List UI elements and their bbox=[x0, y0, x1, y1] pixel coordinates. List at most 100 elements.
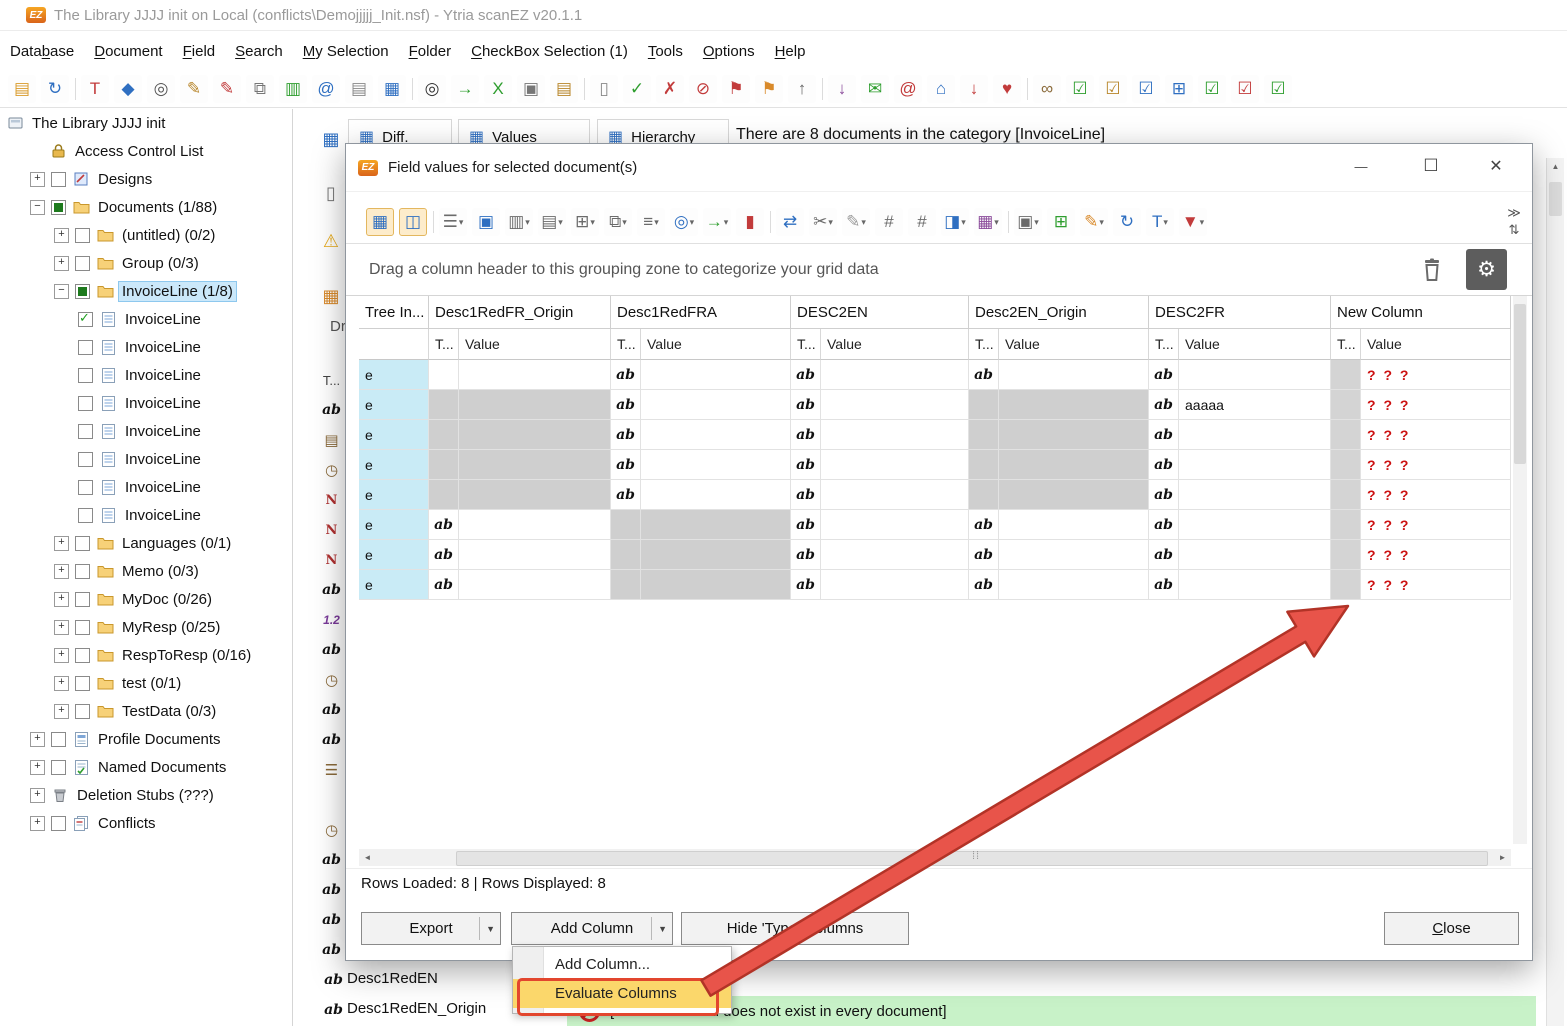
value-cell[interactable] bbox=[459, 570, 611, 600]
tree-item-conflicts[interactable]: +Conflicts bbox=[0, 809, 292, 837]
expand-icon[interactable]: + bbox=[30, 172, 45, 187]
scroll-left-icon[interactable] bbox=[359, 849, 376, 866]
tree-checkbox[interactable] bbox=[51, 172, 66, 187]
doc-mail-icon[interactable]: ✉ bbox=[861, 75, 889, 103]
tree-item-invoiceline[interactable]: InvoiceLine bbox=[0, 473, 292, 501]
checkbox-add-icon[interactable]: ⊞ bbox=[1165, 75, 1193, 103]
new-column-value-cell[interactable]: ? ? ? bbox=[1361, 510, 1511, 540]
value-cell[interactable] bbox=[999, 390, 1149, 420]
column-chooser-icon[interactable]: ▤▾ bbox=[538, 208, 566, 236]
expand-icon[interactable]: + bbox=[30, 732, 45, 747]
group-grid-icon[interactable]: ◨▾ bbox=[941, 208, 969, 236]
value-cell[interactable] bbox=[641, 540, 791, 570]
value-cell[interactable] bbox=[821, 450, 969, 480]
expand-icon[interactable]: + bbox=[54, 564, 69, 579]
document-icon[interactable]: ▯ bbox=[318, 180, 344, 206]
split-cells-icon[interactable]: ✂▾ bbox=[809, 208, 837, 236]
tree-checkbox[interactable] bbox=[75, 536, 90, 551]
type-cell[interactable]: ab bbox=[791, 570, 821, 600]
value-cell[interactable] bbox=[1179, 510, 1331, 540]
checkbox-settings-icon[interactable]: ☑ bbox=[1099, 75, 1127, 103]
type-cell[interactable] bbox=[611, 510, 641, 540]
new-column-value-cell[interactable]: ? ? ? bbox=[1361, 450, 1511, 480]
hide-selected-rows-icon[interactable]: ▣ bbox=[472, 208, 500, 236]
type-cell[interactable]: ab bbox=[1149, 540, 1179, 570]
sort-rows-icon[interactable]: ≡▾ bbox=[637, 208, 665, 236]
value-cell[interactable] bbox=[641, 480, 791, 510]
value-cell[interactable] bbox=[999, 450, 1149, 480]
value-subheader[interactable]: Value bbox=[1361, 329, 1511, 360]
collapse-icon[interactable]: − bbox=[30, 200, 45, 215]
type-cell[interactable] bbox=[969, 450, 999, 480]
menu-item-evaluate-columns[interactable]: Evaluate Columns bbox=[513, 979, 731, 1008]
edit-note-icon[interactable]: ✎ bbox=[180, 75, 208, 103]
tree-item-invoiceline[interactable]: InvoiceLine bbox=[0, 389, 292, 417]
type-cell[interactable]: ab bbox=[429, 540, 459, 570]
type-cell[interactable]: ab bbox=[1149, 570, 1179, 600]
tree-item-named-documents[interactable]: +Named Documents bbox=[0, 753, 292, 781]
menu-checkbox-selection-1[interactable]: CheckBox Selection (1) bbox=[461, 37, 638, 66]
type-cell[interactable] bbox=[969, 480, 999, 510]
value-cell[interactable] bbox=[641, 360, 791, 390]
type-cell[interactable]: ab bbox=[791, 360, 821, 390]
expand-icon[interactable]: + bbox=[54, 536, 69, 551]
tree-checkbox[interactable] bbox=[75, 228, 90, 243]
invert-selection-icon[interactable]: ⊘ bbox=[689, 75, 717, 103]
value-cell[interactable] bbox=[1179, 420, 1331, 450]
value-cell[interactable] bbox=[459, 360, 611, 390]
tree-checkbox[interactable] bbox=[75, 564, 90, 579]
tree-item-group-0-3[interactable]: +Group (0/3) bbox=[0, 249, 292, 277]
loupe-icon[interactable]: ◎ bbox=[418, 75, 446, 103]
value-subheader[interactable]: Value bbox=[999, 329, 1149, 360]
value-cell[interactable] bbox=[1179, 540, 1331, 570]
form-check-icon[interactable]: ▣ bbox=[517, 75, 545, 103]
search-grid-icon[interactable]: ◎▾ bbox=[670, 208, 698, 236]
value-cell[interactable] bbox=[1179, 360, 1331, 390]
type-cell[interactable]: ab bbox=[611, 390, 641, 420]
type-cell[interactable]: ab bbox=[611, 360, 641, 390]
type-cell[interactable] bbox=[429, 360, 459, 390]
agent-icon[interactable]: ♥ bbox=[993, 75, 1021, 103]
type-cell[interactable]: ab bbox=[1149, 480, 1179, 510]
style-wand-icon[interactable]: ✎▾ bbox=[1080, 208, 1108, 236]
tree-item-testdata-0-3[interactable]: +TestData (0/3) bbox=[0, 697, 292, 725]
expand-icon[interactable]: + bbox=[30, 788, 45, 803]
tree-item-myresp-0-25[interactable]: +MyResp (0/25) bbox=[0, 613, 292, 641]
tree-item-invoiceline[interactable]: InvoiceLine bbox=[0, 501, 292, 529]
type-cell[interactable]: ab bbox=[791, 480, 821, 510]
tree-item-languages-0-1[interactable]: +Languages (0/1) bbox=[0, 529, 292, 557]
tree-checkbox[interactable] bbox=[75, 256, 90, 271]
tree-root-item[interactable]: The Library JJJJ init bbox=[0, 109, 292, 137]
grid-view-icon[interactable]: ▦ bbox=[366, 208, 394, 236]
new-column-value-cell[interactable]: ? ? ? bbox=[1361, 390, 1511, 420]
type-cell[interactable]: ab bbox=[791, 540, 821, 570]
type-cell[interactable] bbox=[429, 420, 459, 450]
row-display-icon[interactable]: ☰▾ bbox=[439, 208, 467, 236]
expand-icon[interactable]: + bbox=[30, 816, 45, 831]
tree-item-test-0-1[interactable]: +test (0/1) bbox=[0, 669, 292, 697]
binoculars-icon[interactable]: ∞ bbox=[1033, 75, 1061, 103]
grid-settings-button[interactable] bbox=[1466, 249, 1507, 290]
grouping-zone[interactable]: Drag a column header to this grouping zo… bbox=[346, 243, 1532, 296]
value-cell[interactable] bbox=[999, 570, 1149, 600]
type-cell[interactable] bbox=[429, 390, 459, 420]
type-subheader[interactable]: T... bbox=[429, 329, 459, 360]
search-documents-icon[interactable]: ◎ bbox=[147, 75, 175, 103]
tree-checkbox[interactable] bbox=[75, 676, 90, 691]
maximize-icon[interactable] bbox=[1406, 150, 1456, 182]
tree-cell[interactable]: e bbox=[359, 570, 429, 600]
report-icon[interactable]: ▤ bbox=[550, 75, 578, 103]
delete-note-icon[interactable]: ▯ bbox=[590, 75, 618, 103]
type-cell[interactable]: ab bbox=[969, 510, 999, 540]
value-cell[interactable] bbox=[821, 480, 969, 510]
sort-text-icon[interactable]: T▾ bbox=[1146, 208, 1174, 236]
stats-icon[interactable]: ▦▾ bbox=[974, 208, 1002, 236]
type-cell[interactable] bbox=[1331, 450, 1361, 480]
type-cell[interactable]: ab bbox=[1149, 390, 1179, 420]
tree-checkbox[interactable] bbox=[75, 620, 90, 635]
tree-checkbox[interactable] bbox=[78, 480, 93, 495]
trash-icon[interactable] bbox=[1418, 256, 1446, 284]
menu-search[interactable]: Search bbox=[225, 37, 293, 66]
tree-checkbox[interactable] bbox=[51, 816, 66, 831]
hide-type-columns-button[interactable]: Hide 'Type' Columns bbox=[681, 912, 909, 945]
